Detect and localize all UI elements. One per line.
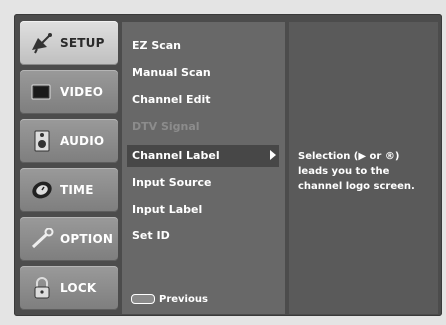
info-panel: Selection (▶ or ®) leads you to the chan… bbox=[289, 22, 438, 314]
tv-screen-icon bbox=[28, 81, 56, 103]
setup-menu: EZ Scan Manual Scan Channel Edit DTV Sig… bbox=[122, 22, 285, 314]
info-text: Selection (▶ or ®) leads you to the chan… bbox=[298, 151, 415, 192]
tab-audio[interactable]: AUDIO bbox=[20, 119, 118, 163]
tab-label: OPTION bbox=[60, 232, 114, 246]
submenu-arrow-icon bbox=[270, 150, 276, 160]
padlock-icon bbox=[28, 277, 56, 299]
tab-time[interactable]: TIME bbox=[20, 168, 118, 212]
previous-label: Previous bbox=[159, 293, 208, 305]
tab-setup[interactable]: SETUP bbox=[20, 21, 118, 65]
tab-label: TIME bbox=[60, 183, 94, 197]
clock-icon bbox=[28, 179, 56, 201]
satellite-dish-icon bbox=[28, 32, 56, 54]
menu-item-ez-scan[interactable]: EZ Scan bbox=[132, 36, 181, 56]
menu-item-input-source[interactable]: Input Source bbox=[132, 173, 211, 193]
menu-button-icon bbox=[131, 294, 155, 304]
previous-hint: Previous bbox=[131, 292, 208, 306]
tab-video[interactable]: VIDEO bbox=[20, 70, 118, 114]
menu-item-channel-label[interactable]: Channel Label bbox=[132, 146, 220, 166]
menu-item-set-id[interactable]: Set ID bbox=[132, 226, 170, 246]
tab-lock[interactable]: LOCK bbox=[20, 266, 118, 310]
tab-label: AUDIO bbox=[60, 134, 105, 148]
menu-tabs: SETUP VIDEO AUDIO TIME OPTION LOCK bbox=[20, 21, 118, 310]
menu-item-manual-scan[interactable]: Manual Scan bbox=[132, 63, 211, 83]
tab-option[interactable]: OPTION bbox=[20, 217, 118, 261]
tab-label: SETUP bbox=[60, 36, 105, 50]
wrench-icon bbox=[28, 228, 56, 250]
tab-label: VIDEO bbox=[60, 85, 104, 99]
menu-item-channel-edit[interactable]: Channel Edit bbox=[132, 90, 210, 110]
speaker-icon bbox=[28, 130, 56, 152]
menu-item-input-label[interactable]: Input Label bbox=[132, 200, 202, 220]
menu-item-dtv-signal: DTV Signal bbox=[132, 120, 200, 133]
tab-label: LOCK bbox=[60, 281, 97, 295]
